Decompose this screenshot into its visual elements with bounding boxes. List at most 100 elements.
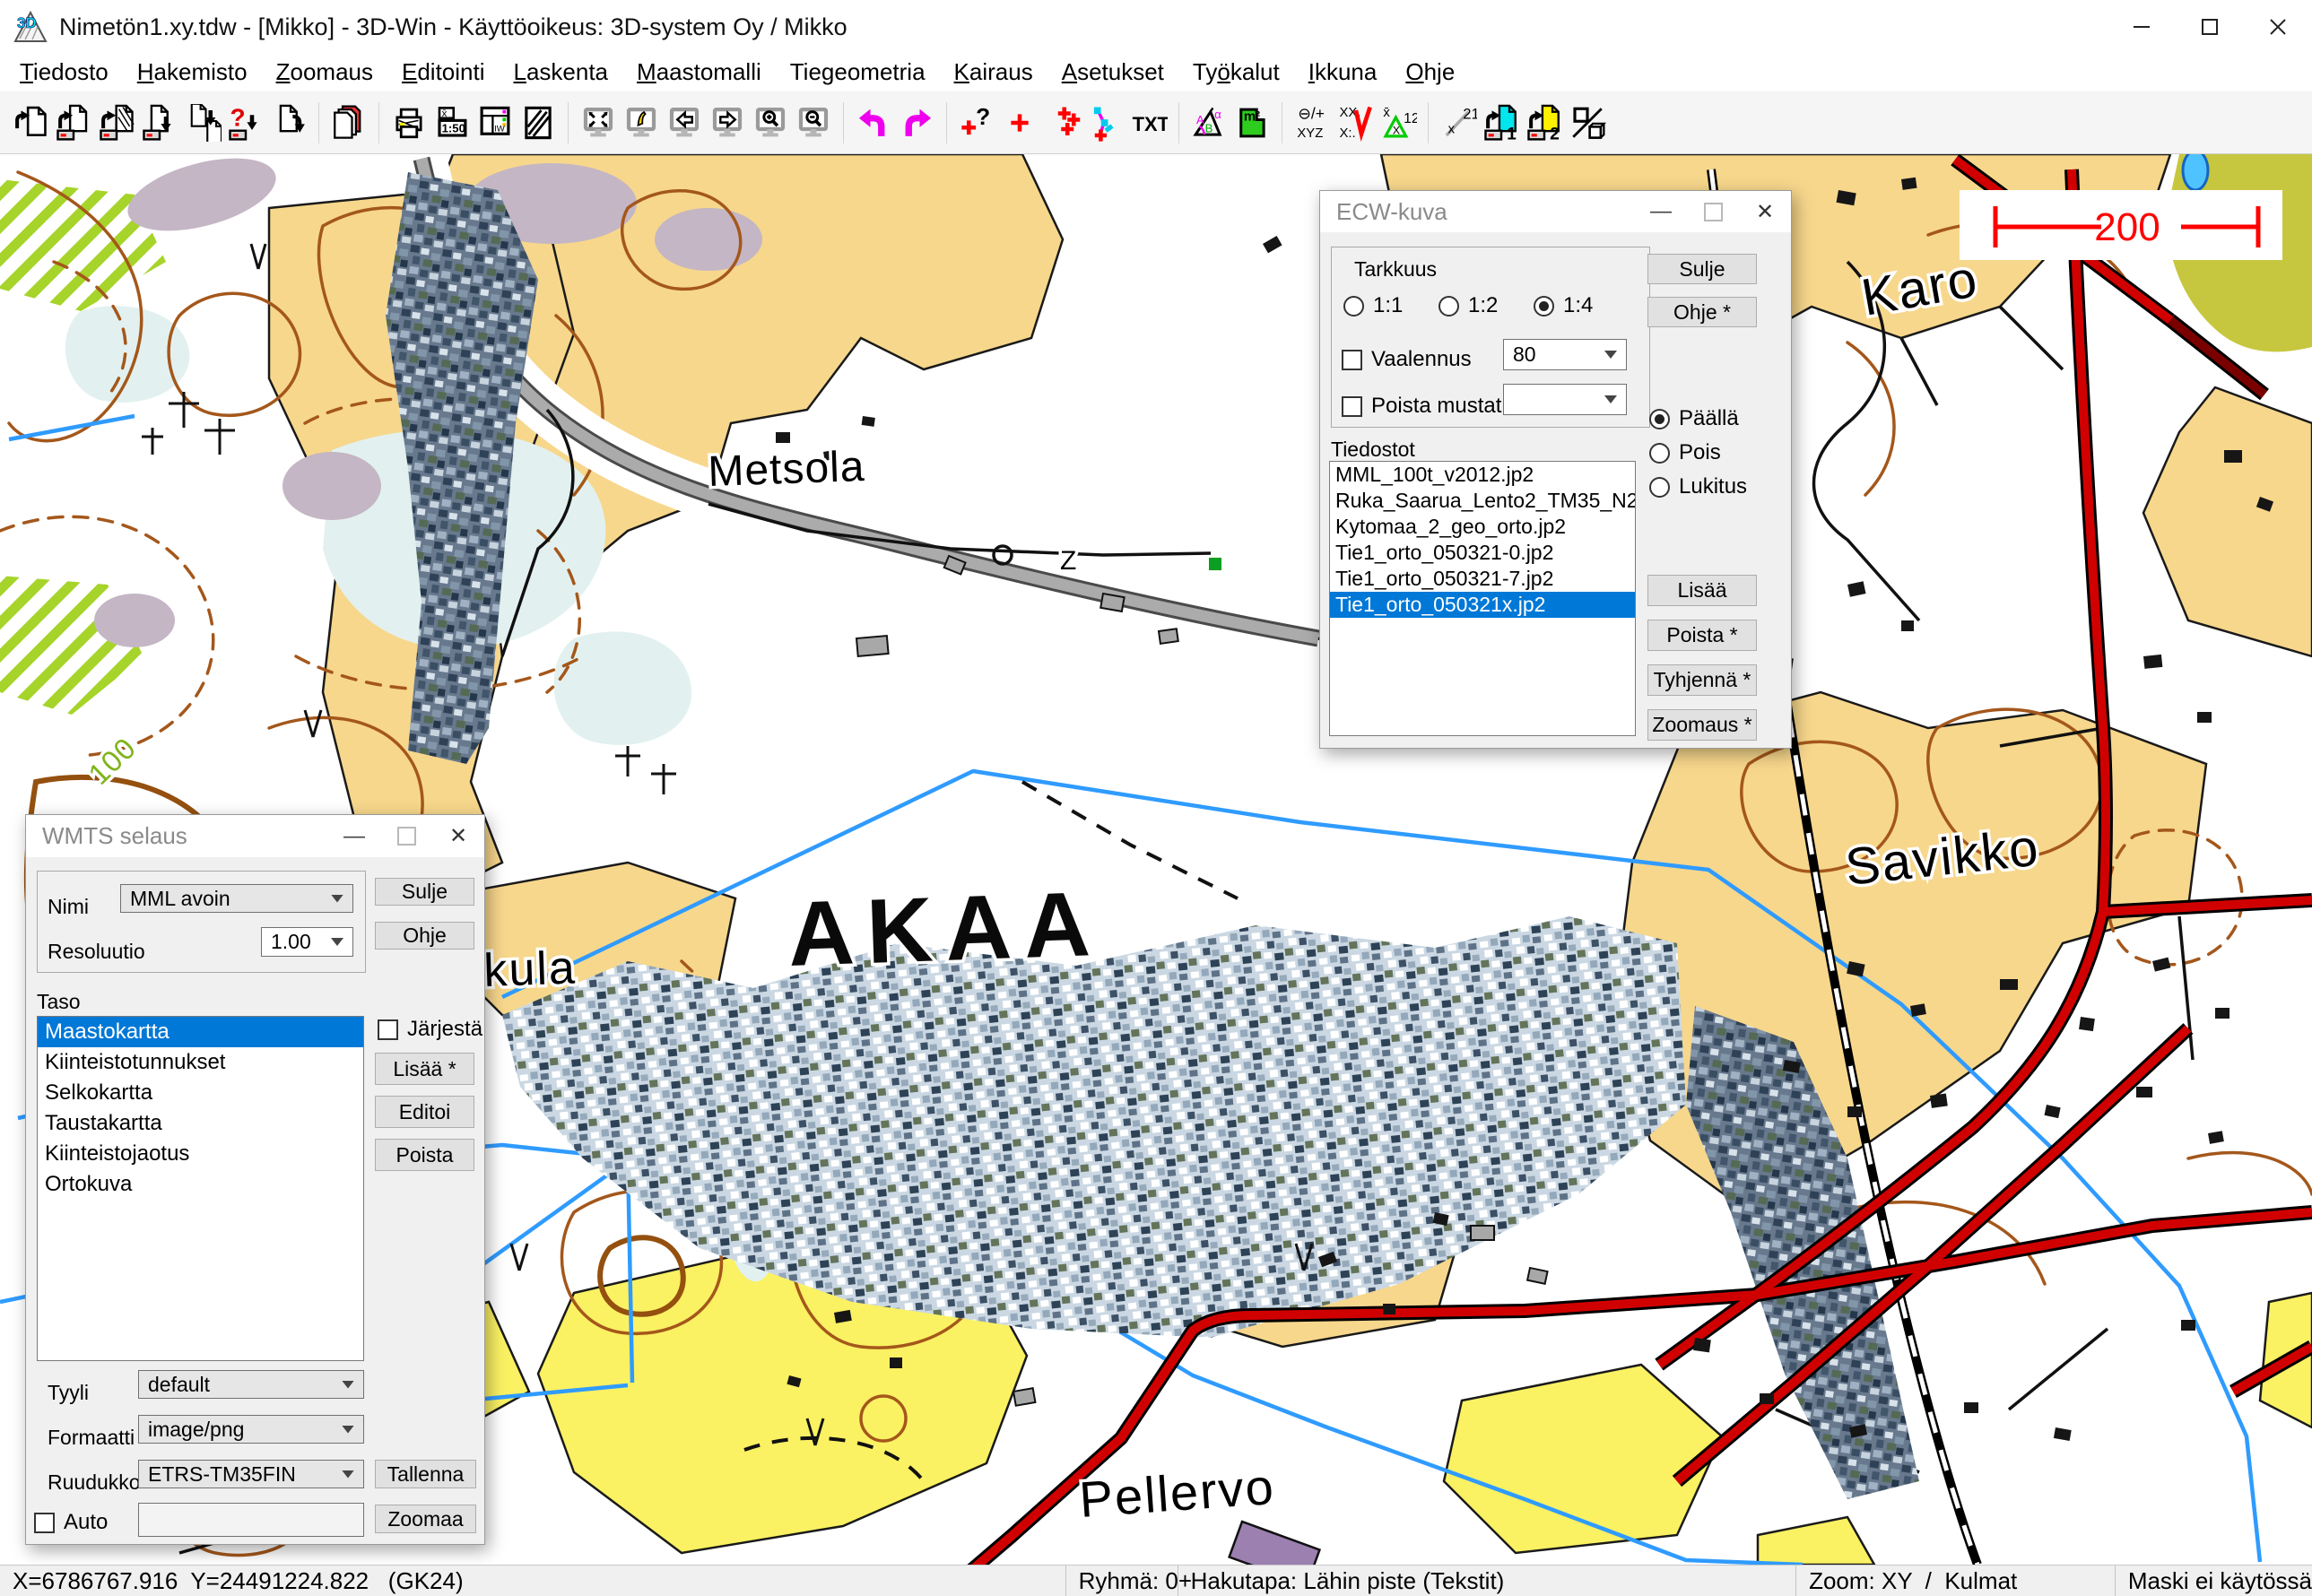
wmts-layer-item[interactable]: Ortokuva [38, 1169, 363, 1200]
menu-item-ohje[interactable]: Ohje [1391, 54, 1469, 91]
draw-polyline-icon[interactable] [1084, 98, 1127, 148]
file-export-icon[interactable] [267, 98, 310, 148]
add-point-icon[interactable] [998, 98, 1041, 148]
wmts-layers-list[interactable]: MaastokarttaKiinteistotunnuksetSelkokart… [37, 1016, 364, 1361]
wmts-close-button[interactable]: ✕ [432, 816, 484, 857]
menu-item-tiegeometria[interactable]: Tiegeometria [776, 54, 940, 91]
menu-item-tiedosto[interactable]: Tiedosto [5, 54, 123, 91]
wmts-layer-item[interactable]: Kiinteistojaotus [38, 1139, 363, 1169]
menu-item-kairaus[interactable]: Kairaus [940, 54, 1047, 91]
print-scale-icon[interactable]: x̄1:50 [430, 98, 474, 148]
ecw-help-button[interactable]: Ohje * [1647, 297, 1757, 327]
point-query-icon[interactable]: ? [955, 98, 998, 148]
ecw-accuracy-option-1[interactable]: 1:1 [1343, 293, 1403, 318]
wmts-remove-button[interactable]: Poista [375, 1139, 474, 1171]
copy-pages-icon[interactable] [327, 98, 370, 148]
file-open-settings-icon[interactable] [52, 98, 95, 148]
ecw-file-item[interactable]: Ruka_Saarua_Lento2_TM35_N2000_Oi [1330, 488, 1635, 514]
undo-icon[interactable] [852, 98, 895, 148]
menu-item-laskenta[interactable]: Laskenta [499, 54, 622, 91]
code-21-icon[interactable]: 21x [1437, 98, 1480, 148]
wmts-format-select[interactable]: image/png [138, 1415, 364, 1444]
window-minimize-button[interactable] [2108, 0, 2176, 54]
file-1-icon[interactable]: 1 [1480, 98, 1523, 148]
zoom-in-icon[interactable] [749, 98, 792, 148]
wmts-layer-item[interactable]: Taustakartta [38, 1108, 363, 1139]
menu-item-editointi[interactable]: Editointi [387, 54, 500, 91]
ecw-file-item[interactable]: Kytomaa_2_geo_orto.jp2 [1330, 514, 1635, 540]
ecw-close-action-button[interactable]: Sulje [1647, 254, 1757, 284]
window-close-button[interactable] [2244, 0, 2312, 54]
ecw-state-lukitus-radio[interactable]: Lukitus [1649, 474, 1747, 499]
ecw-file-item[interactable]: Tie1_orto_050321-0.jp2 [1330, 540, 1635, 566]
ecw-remove-black-checkbox[interactable]: Poista mustat [1342, 394, 1501, 419]
file-2-icon[interactable]: 2 [1523, 98, 1566, 148]
ecw-lighten-select[interactable]: 80 [1503, 339, 1627, 370]
wmts-sort-checkbox[interactable]: Järjestä [378, 1017, 482, 1042]
wmts-style-select[interactable]: default [138, 1370, 364, 1399]
wmts-zoom-button[interactable]: Zoomaa [375, 1505, 476, 1533]
wmts-layer-item[interactable]: Selkokartta [38, 1078, 363, 1108]
wmts-resolution-select[interactable]: 1.00 [261, 927, 353, 957]
wmts-auto-field[interactable] [138, 1503, 364, 1537]
file-save-icon[interactable] [138, 98, 181, 148]
wmts-help-button[interactable]: Ohje [375, 922, 474, 950]
menu-item-asetukset[interactable]: Asetukset [1047, 54, 1178, 91]
ecw-file-item[interactable]: Tie1_orto_050321x.jp2 [1330, 592, 1635, 618]
file-open-icon[interactable] [9, 98, 52, 148]
wmts-close-action-button[interactable]: Sulje [375, 878, 474, 906]
print-window-icon[interactable]: IW [474, 98, 517, 148]
ecw-zoom-button[interactable]: Zoomaus * [1647, 709, 1757, 741]
measure-angle-icon[interactable]: ABα [1187, 98, 1230, 148]
file-save-query-icon[interactable]: ? [224, 98, 267, 148]
wmts-layer-item[interactable]: Maastokartta [38, 1017, 363, 1047]
menu-item-työkalut[interactable]: Työkalut [1178, 54, 1294, 91]
ecw-lighten-checkbox[interactable]: Vaalennus [1342, 347, 1472, 372]
wmts-save-button[interactable]: Tallenna [375, 1460, 476, 1488]
ecw-file-item[interactable]: Tie1_orto_050321-7.jp2 [1330, 566, 1635, 592]
ecw-remove-black-select[interactable] [1503, 384, 1627, 415]
wmts-grid-select[interactable]: ETRS-TM35FIN [138, 1460, 364, 1488]
menu-item-ikkuna[interactable]: Ikkuna [1294, 54, 1392, 91]
file-open-scan-icon[interactable] [95, 98, 138, 148]
print-icon[interactable] [387, 98, 430, 148]
model-stats-icon[interactable]: x̄X12 [1377, 98, 1420, 148]
wmts-titlebar[interactable]: WMTS selaus — ✕ [26, 815, 484, 857]
print-raster-icon[interactable] [517, 98, 560, 148]
ecw-add-button[interactable]: Lisää [1647, 575, 1757, 606]
ecw-minimize-button[interactable]: — [1635, 191, 1687, 232]
menu-item-maastomalli[interactable]: Maastomalli [622, 54, 776, 91]
wmts-minimize-button[interactable]: — [328, 816, 380, 857]
coords-check-icon[interactable]: XX.X:. [1334, 98, 1377, 148]
redo-icon[interactable] [895, 98, 938, 148]
hide-objects-icon[interactable] [1566, 98, 1609, 148]
text-txt-icon[interactable]: TXT [1127, 98, 1170, 148]
view-next-icon[interactable] [706, 98, 749, 148]
wmts-auto-checkbox[interactable]: Auto [34, 1510, 108, 1535]
wmts-layer-item[interactable]: Kiinteistotunnukset [38, 1047, 363, 1078]
ecw-accuracy-option-2[interactable]: 1:2 [1438, 293, 1498, 318]
menu-item-zoomaus[interactable]: Zoomaus [262, 54, 387, 91]
zoom-extents-icon[interactable] [577, 98, 620, 148]
wmts-name-select[interactable]: MML avoin [120, 884, 353, 913]
ecw-state-pois-radio[interactable]: Pois [1649, 440, 1721, 465]
file-save-copy-icon[interactable] [181, 98, 224, 148]
measure-area-icon[interactable]: m² [1230, 98, 1273, 148]
window-maximize-button[interactable] [2176, 0, 2244, 54]
coords-xyz-icon[interactable]: ⊖/+XYZ [1291, 98, 1334, 148]
pan-view-icon[interactable] [620, 98, 663, 148]
ecw-state-paalla-radio[interactable]: Päällä [1649, 406, 1739, 431]
add-points-icon[interactable] [1041, 98, 1084, 148]
ecw-file-item[interactable]: MML_100t_v2012.jp2 [1330, 462, 1635, 488]
ecw-close-button[interactable]: ✕ [1739, 191, 1791, 232]
zoom-out-icon[interactable] [792, 98, 835, 148]
wmts-edit-button[interactable]: Editoi [375, 1096, 474, 1128]
view-previous-icon[interactable] [663, 98, 706, 148]
ecw-accuracy-option-3[interactable]: 1:4 [1534, 293, 1593, 318]
ecw-titlebar[interactable]: ECW-kuva — ✕ [1320, 191, 1791, 232]
ecw-remove-button[interactable]: Poista * [1647, 620, 1757, 651]
ecw-clear-button[interactable]: Tyhjennä * [1647, 664, 1757, 696]
menu-item-hakemisto[interactable]: Hakemisto [123, 54, 262, 91]
wmts-maximize-button[interactable] [380, 816, 432, 857]
ecw-files-list[interactable]: MML_100t_v2012.jp2Ruka_Saarua_Lento2_TM3… [1329, 461, 1636, 736]
